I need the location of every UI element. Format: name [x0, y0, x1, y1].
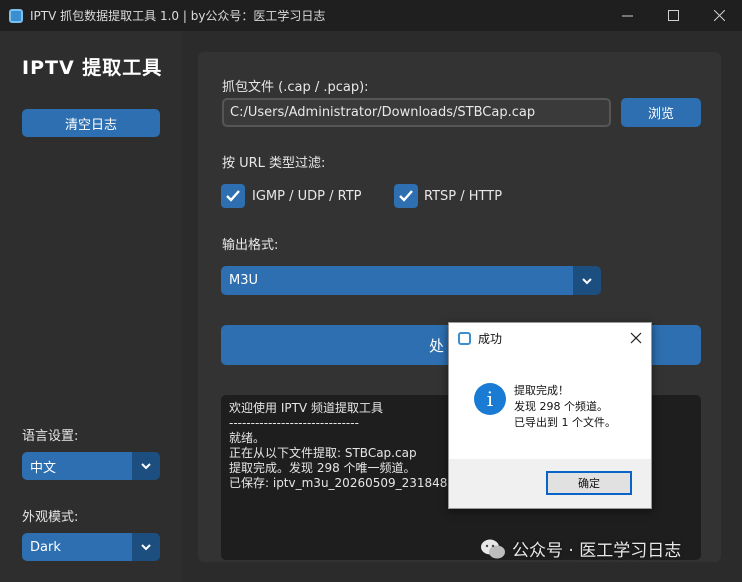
- dialog-message-line: 发现 298 个频道。: [514, 400, 608, 413]
- app-icon: [9, 8, 23, 23]
- window-title: IPTV 抓包数据提取工具 1.0 | by公众号：医工学习日志: [30, 9, 326, 23]
- filter-label: 按 URL 类型过滤:: [222, 156, 326, 171]
- check-icon: [226, 190, 240, 202]
- dialog-message-line: 已导出到 1 个文件。: [514, 416, 616, 429]
- sidebar: IPTV 提取工具 清空日志 语言设置: 中文 外观模式: Dark: [0, 31, 182, 582]
- minimize-button[interactable]: [604, 0, 650, 31]
- success-dialog: 成功 i 提取完成！ 发现 298 个频道。 已导出到 1 个文件。 确定: [448, 322, 652, 509]
- clear-log-button[interactable]: 清空日志: [22, 109, 160, 137]
- format-label: 输出格式:: [222, 238, 279, 253]
- close-icon[interactable]: [629, 331, 643, 345]
- checkbox-rtsp-label[interactable]: RTSP / HTTP: [424, 189, 502, 204]
- check-icon: [399, 190, 413, 202]
- appearance-label: 外观模式:: [22, 510, 79, 525]
- language-select[interactable]: 中文: [22, 452, 160, 480]
- title-bar: IPTV 抓包数据提取工具 1.0 | by公众号：医工学习日志: [0, 0, 742, 31]
- chevron-down-icon[interactable]: [132, 533, 160, 561]
- watermark-text: 公众号 · 医工学习日志: [512, 541, 682, 561]
- chevron-down-icon[interactable]: [573, 266, 601, 295]
- wechat-icon: [481, 539, 505, 558]
- format-value: M3U: [221, 266, 573, 295]
- brand-title: IPTV 提取工具: [22, 57, 163, 79]
- close-icon: [713, 10, 725, 21]
- file-label: 抓包文件 (.cap / .pcap):: [222, 80, 369, 95]
- language-value: 中文: [22, 452, 132, 480]
- ok-button[interactable]: 确定: [546, 471, 632, 495]
- info-icon: i: [474, 383, 506, 415]
- dialog-body: i 提取完成！ 发现 298 个频道。 已导出到 1 个文件。: [449, 354, 651, 459]
- close-button[interactable]: [696, 0, 742, 31]
- format-select[interactable]: M3U: [221, 266, 601, 295]
- dialog-message-line: 提取完成！: [514, 384, 569, 397]
- maximize-button[interactable]: [650, 0, 696, 31]
- app-icon: [458, 332, 471, 345]
- checkbox-rtsp[interactable]: [394, 184, 418, 208]
- dialog-title-bar: 成功: [449, 323, 651, 354]
- maximize-icon: [667, 10, 679, 21]
- checkbox-igmp[interactable]: [221, 184, 245, 208]
- browse-button[interactable]: 浏览: [621, 98, 701, 127]
- language-label: 语言设置:: [22, 429, 79, 444]
- appearance-value: Dark: [22, 533, 132, 561]
- appearance-select[interactable]: Dark: [22, 533, 160, 561]
- checkbox-igmp-label[interactable]: IGMP / UDP / RTP: [252, 189, 361, 204]
- dialog-title: 成功: [478, 332, 503, 346]
- watermark: 公众号 · 医工学习日志: [480, 536, 681, 561]
- minimize-icon: [621, 15, 633, 17]
- chevron-down-icon[interactable]: [132, 452, 160, 480]
- file-path-input[interactable]: C:/Users/Administrator/Downloads/STBCap.…: [222, 98, 611, 127]
